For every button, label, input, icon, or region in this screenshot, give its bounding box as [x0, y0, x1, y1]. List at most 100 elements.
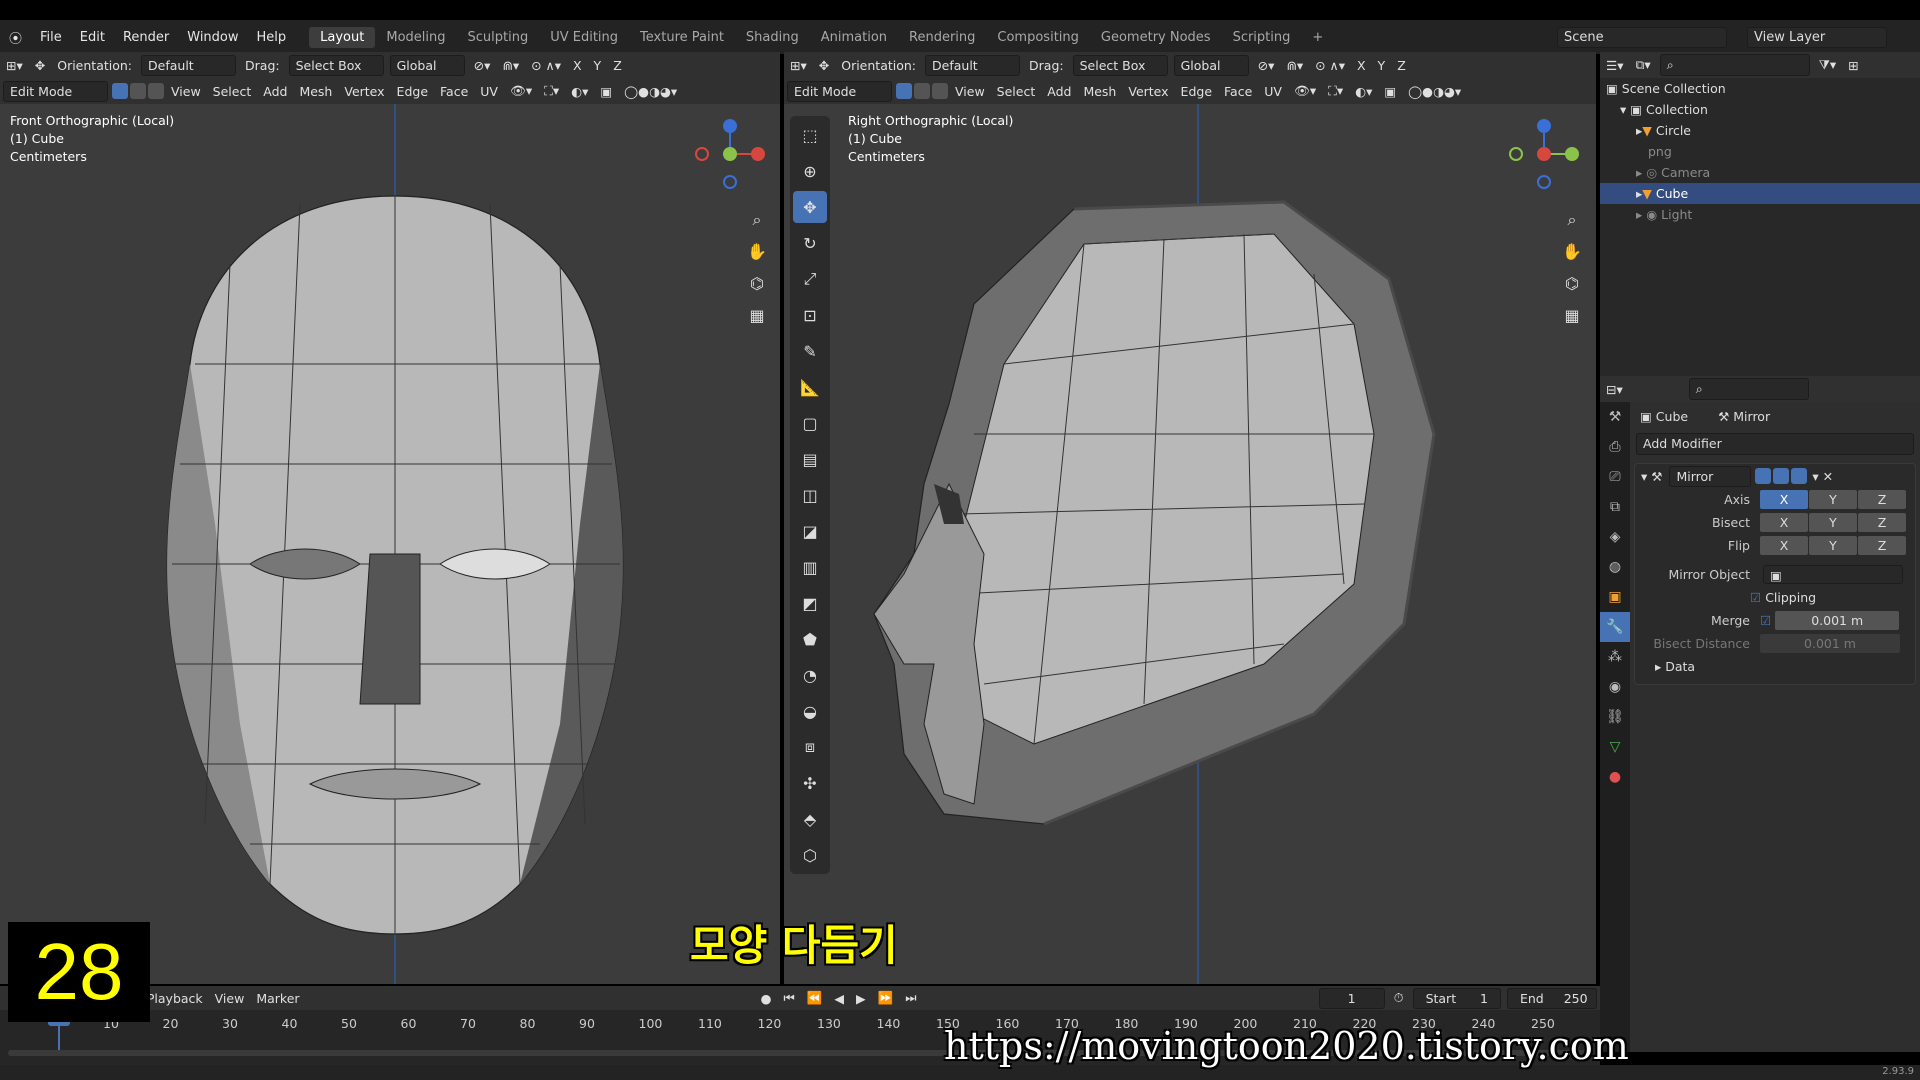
- output-tab-icon[interactable]: ⎚: [1600, 462, 1630, 492]
- mode-dropdown[interactable]: Edit Mode: [3, 80, 108, 102]
- tab-texture-paint[interactable]: Texture Paint: [629, 27, 735, 48]
- outliner-collection[interactable]: ▾ ▣ Collection: [1600, 99, 1920, 120]
- play-icon[interactable]: ▶: [850, 991, 872, 1006]
- grid-view-icon[interactable]: ▦: [745, 300, 769, 332]
- end-frame-field[interactable]: End 250: [1506, 987, 1597, 1009]
- new-collection-icon[interactable]: ⊞: [1842, 58, 1864, 73]
- menu-uv[interactable]: UV: [474, 84, 504, 99]
- shading-modes-icon[interactable]: ◯●◑◕▾: [618, 84, 683, 99]
- proportional-icon[interactable]: ⊙ ∧▾: [1309, 58, 1351, 73]
- overlay-toggle-icon[interactable]: ◐▾: [565, 84, 594, 99]
- viewport-right[interactable]: ⬚ ⊕ ✥ ↻ ⤢ ⊡ ✎ 📐 ▢ ▤ ◫ ◪ ▥ ◩ ⬟ ◔ ◒ ⧈ ✣ ⬘ …: [784, 104, 1596, 984]
- outliner-camera[interactable]: ▸ ◎ Camera: [1600, 162, 1920, 183]
- mirror-axis-x[interactable]: X: [1351, 58, 1372, 73]
- face-select-button[interactable]: [932, 83, 948, 99]
- menu-edit[interactable]: Edit: [71, 30, 114, 45]
- xray-icon[interactable]: ▣: [1378, 84, 1402, 99]
- world-tab-icon[interactable]: ◍: [1600, 552, 1630, 582]
- timeline-view-menu[interactable]: View: [209, 991, 251, 1006]
- bisect-y-toggle[interactable]: Y: [1809, 513, 1857, 532]
- tab-sculpting[interactable]: Sculpting: [457, 27, 540, 48]
- view-layer-tab-icon[interactable]: ⧉: [1600, 492, 1630, 522]
- menu-add[interactable]: Add: [257, 84, 293, 99]
- pan-hand-icon[interactable]: ✋: [1560, 236, 1584, 268]
- mode-dropdown[interactable]: Edit Mode: [787, 80, 892, 102]
- transform-gizmo-icon[interactable]: ✥: [813, 58, 835, 73]
- outliner-editor-icon[interactable]: ☰▾: [1600, 58, 1629, 73]
- constraints-tab-icon[interactable]: ⛓: [1600, 702, 1630, 732]
- flip-y-toggle[interactable]: Y: [1809, 536, 1857, 555]
- mirror-axis-x[interactable]: X: [567, 58, 588, 73]
- outliner-scene-collection[interactable]: ▣ Scene Collection: [1600, 78, 1920, 99]
- clock-icon[interactable]: ⏱: [1388, 990, 1410, 1006]
- grid-view-icon[interactable]: ▦: [1560, 300, 1584, 332]
- menu-face[interactable]: Face: [434, 84, 474, 99]
- material-tab-icon[interactable]: ●: [1600, 762, 1630, 792]
- modifier-name-field[interactable]: Mirror: [1669, 465, 1752, 487]
- tab-rendering[interactable]: Rendering: [898, 27, 986, 48]
- particles-tab-icon[interactable]: ⁂: [1600, 642, 1630, 672]
- mirror-axis-z[interactable]: Z: [607, 58, 628, 73]
- scene-selector[interactable]: Scene: [1557, 26, 1727, 48]
- menu-face[interactable]: Face: [1218, 84, 1258, 99]
- menu-select[interactable]: Select: [991, 84, 1042, 99]
- merge-checkbox[interactable]: ☑: [1760, 613, 1775, 628]
- add-workspace-icon[interactable]: +: [1301, 27, 1334, 48]
- viewport-toggle[interactable]: [1773, 468, 1790, 484]
- timeline-marker-menu[interactable]: Marker: [250, 991, 305, 1006]
- outliner-png[interactable]: png: [1600, 141, 1920, 162]
- axis-y-toggle[interactable]: Y: [1809, 490, 1857, 509]
- axis-z-toggle[interactable]: Z: [1858, 490, 1906, 509]
- menu-help[interactable]: Help: [248, 30, 296, 45]
- tab-uv-editing[interactable]: UV Editing: [539, 27, 629, 48]
- data-tab-icon[interactable]: ▽: [1600, 732, 1630, 762]
- object-tab-icon[interactable]: ▣: [1600, 582, 1630, 612]
- transform-space-dropdown[interactable]: Global: [1173, 54, 1249, 76]
- orientation-dropdown[interactable]: Default: [925, 54, 1021, 76]
- tool-tab-icon[interactable]: ⚒: [1600, 402, 1630, 432]
- editor-type-icon[interactable]: ⊞▾: [784, 58, 813, 73]
- front-navigation-gizmo[interactable]: [690, 114, 770, 194]
- gizmo-toggle-icon[interactable]: ⛶▾: [538, 83, 565, 99]
- mirror-axis-y[interactable]: Y: [1372, 58, 1392, 73]
- snap-icon[interactable]: ⋒▾: [1280, 58, 1309, 73]
- drag-dropdown[interactable]: Select Box: [1072, 54, 1168, 76]
- snap-icon[interactable]: ⋒▾: [496, 58, 525, 73]
- menu-view[interactable]: View: [949, 84, 991, 99]
- camera-view-icon[interactable]: ⌬: [745, 268, 769, 300]
- menu-view[interactable]: View: [165, 84, 207, 99]
- scene-tab-icon[interactable]: ◈: [1600, 522, 1630, 552]
- pan-hand-icon[interactable]: ✋: [745, 236, 769, 268]
- menu-edge[interactable]: Edge: [391, 84, 434, 99]
- proportional-icon[interactable]: ⊙ ∧▾: [525, 58, 567, 73]
- outliner-search-input[interactable]: ⌕: [1659, 54, 1810, 76]
- menu-mesh[interactable]: Mesh: [293, 84, 338, 99]
- pivot-icon[interactable]: ⊘▾: [1252, 58, 1281, 73]
- menu-mesh[interactable]: Mesh: [1077, 84, 1122, 99]
- transform-gizmo-icon[interactable]: ✥: [29, 58, 51, 73]
- jump-start-icon[interactable]: ⏮: [778, 990, 801, 1006]
- vertex-select-button[interactable]: [112, 83, 128, 99]
- camera-view-icon[interactable]: ⌬: [1560, 268, 1584, 300]
- properties-editor-icon[interactable]: ⊟▾: [1600, 382, 1629, 397]
- transform-space-dropdown[interactable]: Global: [389, 54, 465, 76]
- zoom-icon[interactable]: ⌕: [745, 204, 769, 236]
- menu-select[interactable]: Select: [207, 84, 258, 99]
- shading-modes-icon[interactable]: ◯●◑◕▾: [1402, 84, 1467, 99]
- physics-tab-icon[interactable]: ◉: [1600, 672, 1630, 702]
- mirror-object-field[interactable]: ▣: [1763, 565, 1903, 584]
- tab-shading[interactable]: Shading: [735, 27, 810, 48]
- viewport-front[interactable]: Front Orthographic (Local) (1) Cube Cent…: [0, 104, 780, 984]
- orientation-dropdown[interactable]: Default: [141, 54, 237, 76]
- tab-geometry-nodes[interactable]: Geometry Nodes: [1090, 27, 1222, 48]
- bisect-z-toggle[interactable]: Z: [1858, 513, 1906, 532]
- flip-x-toggle[interactable]: X: [1760, 536, 1808, 555]
- modifier-menu-icon[interactable]: ▾: [1808, 469, 1822, 484]
- display-mode-icon[interactable]: ⧉▾: [1629, 57, 1656, 73]
- editor-type-icon[interactable]: ⊞▾: [0, 58, 29, 73]
- modifier-tab-icon[interactable]: 🔧: [1600, 612, 1630, 642]
- pivot-icon[interactable]: ⊘▾: [468, 58, 497, 73]
- next-key-icon[interactable]: ⏩: [872, 990, 900, 1006]
- menu-edge[interactable]: Edge: [1175, 84, 1218, 99]
- render-tab-icon[interactable]: ⎙: [1600, 432, 1630, 462]
